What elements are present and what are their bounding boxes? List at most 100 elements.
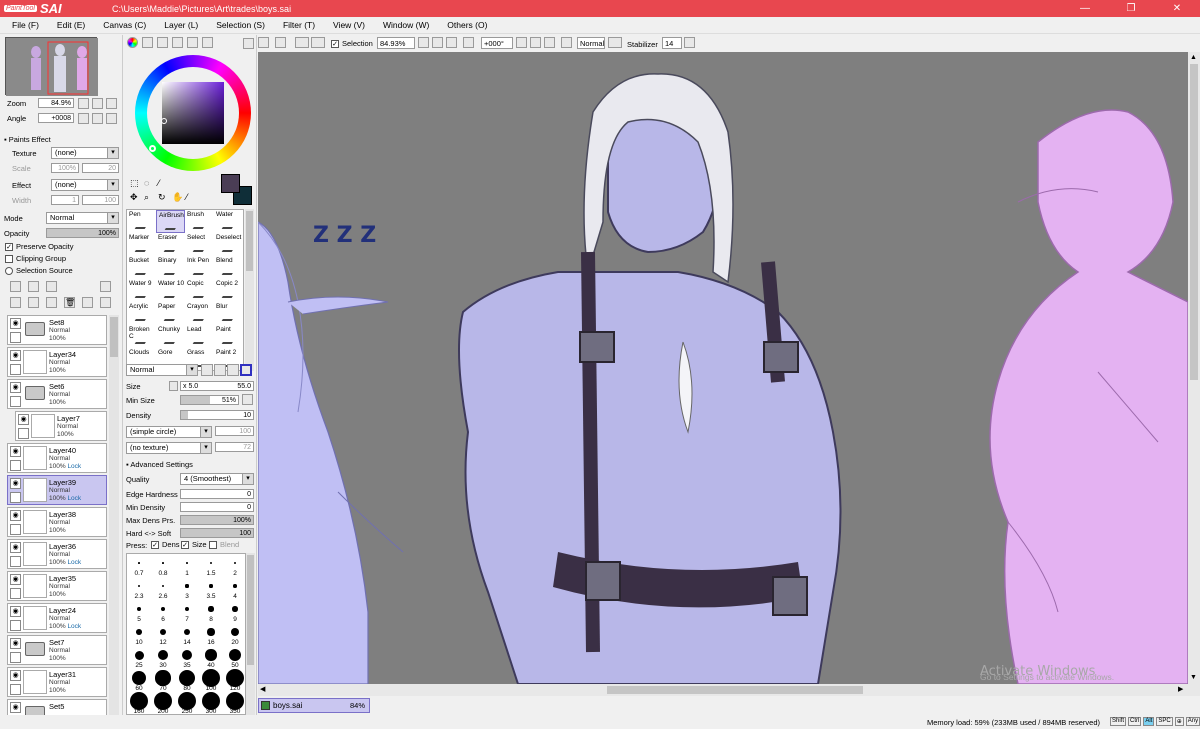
layer-item[interactable]: ◉ Layer24 Normal 100% Lock [7,603,107,633]
tool-copic[interactable]: Copic [185,279,214,302]
scratchpad-tab-icon[interactable] [202,37,213,48]
layer-check[interactable] [10,684,21,695]
eye-icon[interactable]: ◉ [10,510,21,521]
brush-size-dot[interactable] [205,649,217,661]
brush-size-dot[interactable] [183,628,191,636]
layer-item[interactable]: ◉ Layer35 Normal 100% [7,571,107,601]
eye-icon[interactable]: ◉ [10,318,21,329]
shape-square-icon[interactable] [240,364,252,376]
tool-pen[interactable]: Pen [127,210,156,233]
eye-icon[interactable]: ◉ [10,702,21,713]
layer-scrollbar[interactable] [109,315,119,715]
navigator-preview[interactable] [5,37,98,96]
advanced-settings-header[interactable]: ▪ Advanced Settings [126,460,193,469]
toolbar-rotate-left-icon[interactable] [516,37,527,48]
canvas-area[interactable]: Z Z Z Activate Windows Go to Settings to… [258,52,1188,684]
shape-round-icon[interactable] [201,364,213,376]
zoom-slider[interactable]: 84.9% [38,98,74,108]
tool-broken[interactable]: Broken C [127,325,156,348]
new-linework-icon[interactable] [28,281,39,292]
layer-item[interactable]: ◉ Layer31 Normal 100% [7,667,107,697]
layer-check[interactable] [10,332,21,343]
menu-window[interactable]: Window (W) [383,20,429,30]
texture-strength-slider[interactable]: 72 [215,442,254,452]
brush-size-dot[interactable] [185,584,189,588]
maximize-button[interactable]: ❐ [1108,0,1154,17]
width-slider[interactable]: 1 [51,195,79,205]
layer-check[interactable] [10,652,21,663]
primary-color-swatch[interactable] [221,174,240,193]
eye-icon[interactable]: ◉ [10,446,21,457]
swatches-tab-icon[interactable] [172,37,183,48]
tool-select[interactable]: Select [185,233,214,256]
brush-size-dot[interactable] [178,669,196,687]
scroll-right-arrow-icon[interactable]: ▶ [1178,685,1183,693]
apply-layer-mask-icon[interactable] [100,297,111,308]
toolbar-zoom-reset-icon[interactable] [446,37,457,48]
hsv-slider-tab-icon[interactable] [157,37,168,48]
brush-size-dot[interactable] [136,606,141,611]
tool-scrollbar[interactable] [245,209,254,371]
deselect-icon[interactable] [295,37,309,48]
invert-selection-icon[interactable] [311,37,325,48]
menu-filter[interactable]: Filter (T) [283,20,315,30]
brush-size-dot[interactable] [158,650,168,660]
eyedropper-icon[interactable]: ⁄ [186,192,188,202]
clipping-group-checkbox[interactable]: Clipping Group [5,254,66,263]
panel-menu-icon[interactable] [243,38,254,49]
tool-paint[interactable]: Paint [214,325,243,348]
undo-icon[interactable] [258,37,269,48]
layer-check[interactable] [18,428,29,439]
brush-size-dot[interactable] [159,628,167,636]
layer-check[interactable] [10,556,21,567]
scroll-up-arrow-icon[interactable]: ▲ [1190,54,1197,61]
toolbar-zoom-out-icon[interactable] [418,37,429,48]
layer-mask-icon[interactable] [82,297,93,308]
eye-icon[interactable]: ◉ [10,638,21,649]
toolbar-rotate-right-icon[interactable] [530,37,541,48]
eye-icon[interactable]: ◉ [10,350,21,361]
shape-soft-icon[interactable] [214,364,226,376]
zoom-tool-icon[interactable]: ⌕ [144,192,149,203]
layer-check[interactable] [10,396,21,407]
size-scroll-thumb[interactable] [247,555,254,665]
layer-mode-select[interactable]: Normal [46,212,119,224]
zoom-field[interactable]: 84.93% [377,37,415,49]
max-dens-slider[interactable]: 100% [180,515,254,525]
tool-bucket[interactable]: Bucket [127,256,156,279]
delete-layer-icon[interactable]: 🗑 [64,297,75,308]
view-mode-field[interactable]: Normal [577,37,605,49]
rotate-tool-icon[interactable]: ↻ [158,192,166,203]
brush-shape-select[interactable]: (simple circle) [126,426,212,438]
tool-brush[interactable]: Brush [185,210,214,233]
eye-icon[interactable]: ◉ [10,382,21,393]
min-size-slider[interactable]: 51% [180,395,239,405]
stabilizer-dropdown-icon[interactable] [684,37,695,48]
brush-size-dot[interactable] [184,606,190,612]
canvas-tab[interactable]: boys.sai 84% [258,698,370,713]
press-dens-checkbox[interactable]: ✓ Dens [151,540,180,549]
menu-others[interactable]: Others (O) [447,20,487,30]
tool-lead[interactable]: Lead [185,325,214,348]
size-slider[interactable]: x 5.0 55.0 [180,381,254,391]
redo-icon[interactable] [275,37,286,48]
zoom-in-button[interactable] [92,98,103,109]
layer-item-selected[interactable]: ◉ Layer39 Normal 100% Lock [7,475,107,505]
layer-item[interactable]: ◉ Set5 [7,699,107,715]
tool-scroll-thumb[interactable] [246,211,253,271]
scale-slider[interactable]: 100% [51,163,79,173]
layer-item[interactable]: ◉ Set8 Normal 100% [7,315,107,345]
rgb-slider-tab-icon[interactable] [142,37,153,48]
sv-cursor-icon[interactable] [161,118,167,124]
eye-icon[interactable]: ◉ [10,670,21,681]
horizontal-scroll-thumb[interactable] [607,686,863,694]
brush-size-dot[interactable] [233,561,237,565]
menu-canvas[interactable]: Canvas (C) [103,20,146,30]
density-slider[interactable]: 10 [180,410,254,420]
width-num-slider[interactable]: 100 [82,195,119,205]
brush-size-dot[interactable] [209,584,213,588]
brush-size-dot[interactable] [207,628,215,636]
brush-size-dot[interactable] [233,584,237,588]
shape-flat-icon[interactable] [227,364,239,376]
brush-texture-select[interactable]: (no texture) [126,442,212,454]
